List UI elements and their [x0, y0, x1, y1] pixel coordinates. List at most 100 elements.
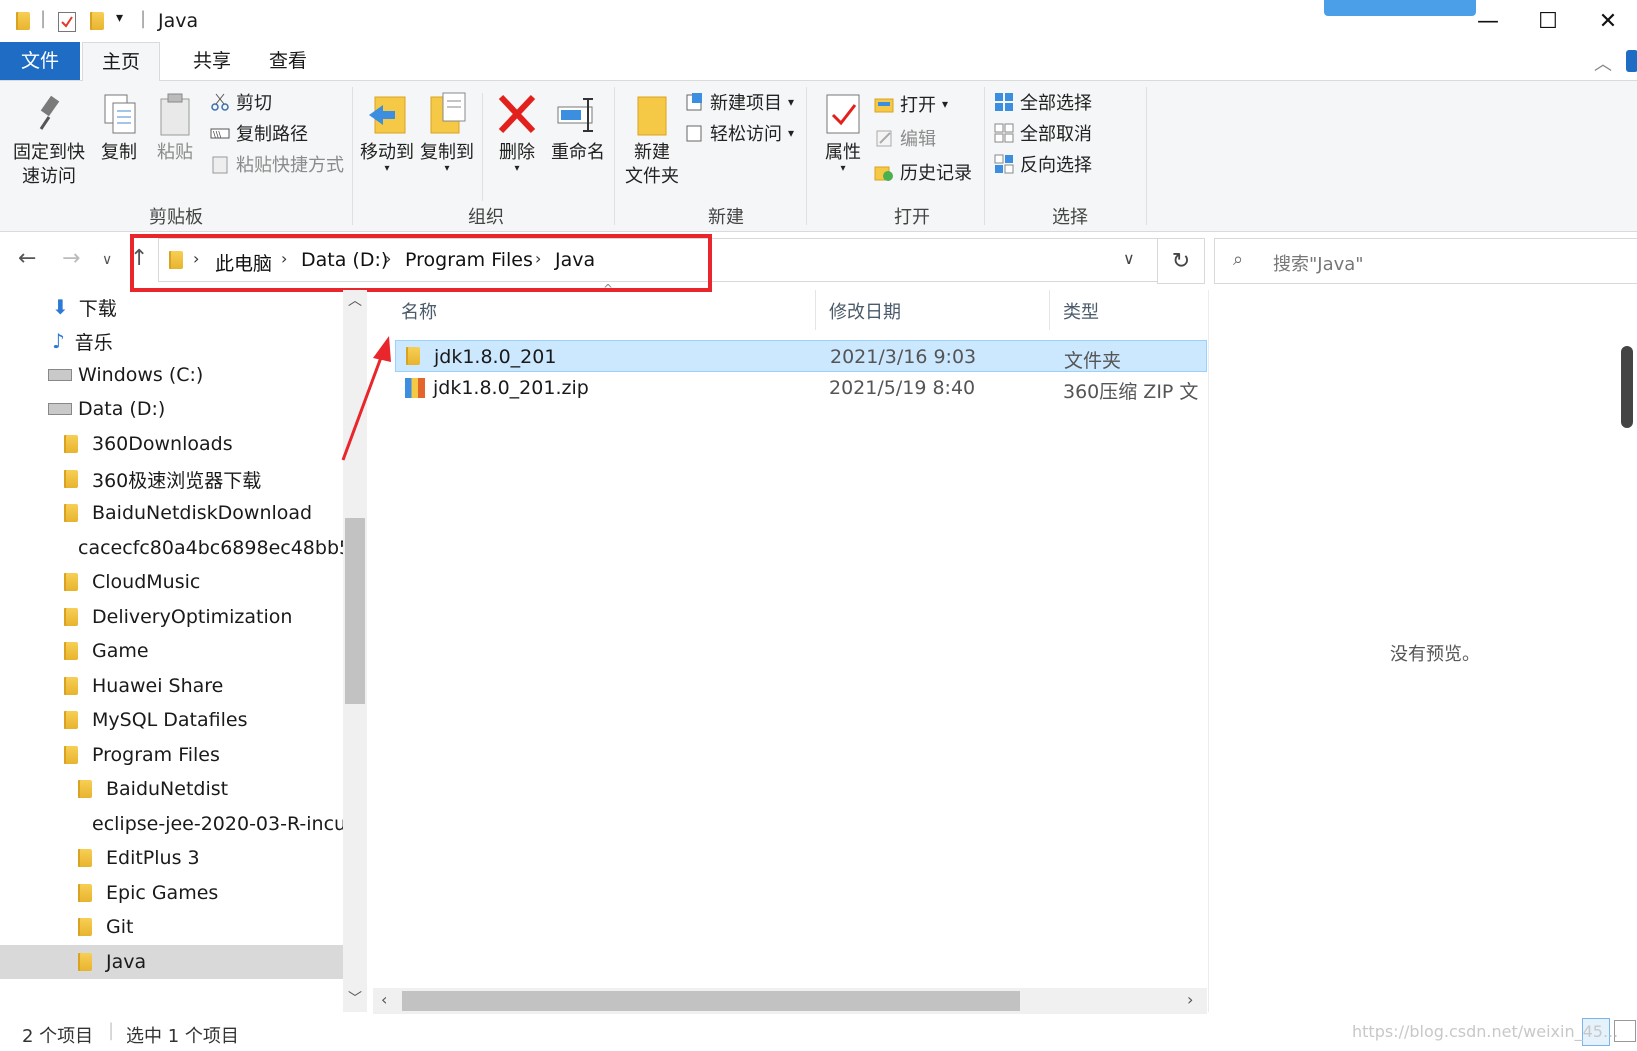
new-item-button[interactable]: 新建项目 ▾	[684, 89, 794, 115]
history-button[interactable]: 历史记录	[874, 159, 972, 185]
open-button[interactable]: 打开 ▾	[874, 91, 948, 117]
tree-item-downloads[interactable]: ⬇ 下载	[0, 290, 343, 324]
tree-item-data-d[interactable]: Data (D:)	[0, 392, 343, 426]
pin-quick-access-button[interactable]: 固定到快 速访问	[8, 91, 90, 189]
tree-item-folder[interactable]: Git	[0, 910, 343, 944]
easy-access-label: 轻松访问	[710, 124, 782, 145]
history-icon	[874, 162, 894, 182]
tab-share[interactable]: 共享	[176, 42, 248, 80]
group-label-select: 选择	[1052, 207, 1088, 228]
folder-icon	[64, 642, 78, 660]
scroll-down-icon[interactable]: ﹀	[348, 988, 362, 1008]
select-all-button[interactable]: 全部选择	[994, 89, 1092, 115]
chevron-down-icon[interactable]: ▾	[116, 10, 123, 26]
tab-home[interactable]: 主页	[82, 42, 160, 82]
chevron-up-icon[interactable]: ︿	[1594, 50, 1612, 76]
column-header-type[interactable]: 类型	[1063, 298, 1099, 324]
column-divider[interactable]	[1049, 290, 1050, 330]
history-label: 历史记录	[900, 163, 972, 184]
tree-item-folder[interactable]: 360Downloads	[0, 427, 343, 461]
invert-selection-label: 反向选择	[1020, 155, 1092, 176]
tree-item-label: cacecfc80a4bc6898ec48bb52	[78, 537, 343, 559]
new-folder-quick-icon[interactable]	[90, 12, 104, 30]
pin-label-2: 速访问	[22, 166, 76, 187]
title-separator: |	[140, 8, 147, 29]
scroll-up-icon[interactable]: ︿	[348, 290, 362, 310]
tree-item-label: BaiduNetdist	[106, 778, 229, 800]
refresh-button[interactable]: ↻	[1157, 238, 1205, 284]
paste-icon	[153, 91, 197, 137]
search-box[interactable]: ⌕ 搜索"Java"	[1214, 238, 1637, 284]
tree-item-folder[interactable]: BaiduNetdist	[0, 772, 343, 806]
back-arrow-icon[interactable]: ←	[18, 246, 36, 271]
delete-button[interactable]: 删除 ▾	[494, 91, 540, 174]
refresh-icon: ↻	[1171, 248, 1191, 274]
tree-item-folder[interactable]: MySQL Datafiles	[0, 703, 343, 737]
file-list[interactable]: 名称 ^ 修改日期 类型 jdk1.8.0_201 2021/3/16 9:03…	[341, 282, 1207, 1012]
tree-item-folder[interactable]: EditPlus 3	[0, 841, 343, 875]
folder-icon	[64, 435, 78, 453]
copy-to-button[interactable]: 复制到 ▾	[418, 91, 476, 174]
side-widget-handle[interactable]	[1621, 346, 1633, 428]
tree-item-folder[interactable]: DeliveryOptimization	[0, 600, 343, 634]
invert-selection-button[interactable]: 反向选择	[994, 151, 1092, 177]
nav-scrollbar-thumb[interactable]	[345, 518, 365, 704]
scroll-left-icon[interactable]: ‹	[381, 990, 387, 1009]
select-none-button[interactable]: 全部取消	[994, 120, 1092, 146]
status-divider: |	[108, 1020, 115, 1041]
tree-item-folder[interactable]: cacecfc80a4bc6898ec48bb52	[0, 531, 343, 565]
file-row[interactable]: jdk1.8.0_201 2021/3/16 9:03 文件夹	[395, 340, 1207, 372]
minimize-button[interactable]: —	[1458, 0, 1518, 42]
tree-item-label: 音乐	[74, 331, 113, 354]
chevron-down-icon: ▾	[788, 126, 795, 140]
folder-icon	[78, 849, 92, 867]
tree-item-folder[interactable]: Epic Games	[0, 876, 343, 910]
tree-item-java-selected[interactable]: Java	[0, 945, 343, 979]
paste-shortcut-button[interactable]: 粘贴快捷方式	[210, 151, 344, 177]
cut-button[interactable]: 剪切	[210, 89, 272, 115]
recent-locations-chevron-icon[interactable]: ∨	[102, 252, 112, 268]
close-button[interactable]: ✕	[1578, 0, 1637, 42]
chevron-down-icon: ▾	[384, 163, 390, 174]
tree-item-folder[interactable]: CloudMusic	[0, 565, 343, 599]
copy-path-button[interactable]: \\\ 复制路径	[210, 120, 308, 146]
address-dropdown-chevron-icon[interactable]: ∨	[1123, 249, 1135, 268]
paste-label: 粘贴	[157, 142, 193, 163]
scroll-right-icon[interactable]: ›	[1187, 990, 1193, 1009]
tree-item-label: Data (D:)	[78, 398, 166, 420]
move-to-button[interactable]: 移动到 ▾	[358, 91, 416, 174]
tree-item-folder[interactable]: Huawei Share	[0, 669, 343, 703]
column-divider[interactable]	[815, 290, 816, 330]
tab-file[interactable]: 文件	[0, 42, 80, 80]
tab-view[interactable]: 查看	[252, 42, 324, 80]
watermark-text: https://blog.csdn.net/weixin_45...	[1352, 1022, 1619, 1041]
copy-button[interactable]: 复制	[96, 91, 142, 165]
new-folder-button[interactable]: 新建 文件夹	[620, 91, 684, 189]
tree-item-windows-c[interactable]: Windows (C:)	[0, 358, 343, 392]
tree-item-folder[interactable]: 360极速浏览器下载	[0, 462, 343, 496]
properties-button[interactable]: 属性 ▾	[818, 91, 868, 174]
paste-shortcut-label: 粘贴快捷方式	[236, 155, 344, 176]
tree-item-folder[interactable]: eclipse-jee-2020-03-R-incul	[0, 807, 343, 841]
folder-icon	[78, 918, 92, 936]
column-header-date[interactable]: 修改日期	[829, 298, 901, 324]
file-row[interactable]: jdk1.8.0_201.zip 2021/5/19 8:40 360压缩 ZI…	[395, 372, 1207, 404]
forward-arrow-icon[interactable]: →	[62, 246, 80, 271]
tree-item-folder[interactable]: Game	[0, 634, 343, 668]
navigation-pane[interactable]: ⬇ 下载 ♪ 音乐 Windows (C:) Data (D:) 360Down…	[0, 290, 343, 1012]
horizontal-scrollbar-thumb[interactable]	[402, 991, 1020, 1011]
tree-item-music[interactable]: ♪ 音乐	[0, 324, 343, 358]
help-icon[interactable]	[1626, 50, 1637, 72]
easy-access-button[interactable]: 轻松访问 ▾	[684, 120, 794, 146]
properties-quick-icon[interactable]	[58, 12, 76, 32]
copy-label: 复制	[101, 142, 137, 163]
edit-button[interactable]: 编辑	[874, 125, 936, 151]
folder-icon	[16, 12, 30, 30]
column-header-name[interactable]: 名称	[401, 298, 437, 324]
rename-button[interactable]: 重命名	[548, 91, 608, 165]
tree-item-folder[interactable]: BaiduNetdiskDownload	[0, 496, 343, 530]
group-label-new: 新建	[708, 207, 744, 228]
maximize-button[interactable]: ☐	[1518, 0, 1578, 42]
tree-item-folder[interactable]: Program Files	[0, 738, 343, 772]
paste-button[interactable]: 粘贴	[152, 91, 198, 165]
